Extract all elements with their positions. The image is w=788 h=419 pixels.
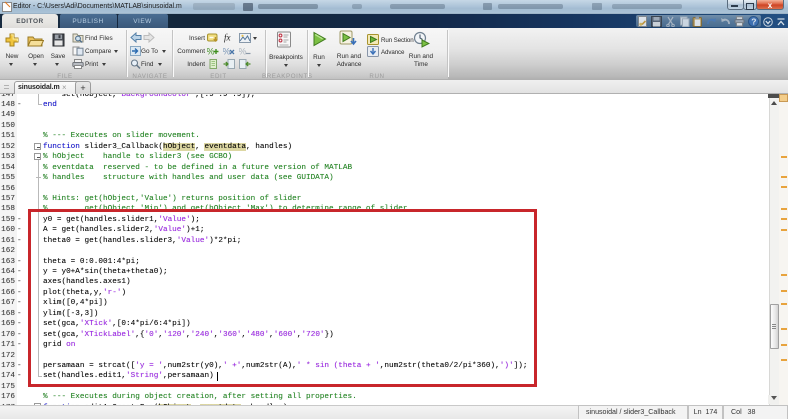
svg-text:%: % xyxy=(207,47,215,57)
svg-text:?: ? xyxy=(751,17,756,27)
svg-text:%: % xyxy=(239,47,247,57)
svg-text:fx: fx xyxy=(224,33,231,43)
svg-text:%: % xyxy=(223,47,231,57)
